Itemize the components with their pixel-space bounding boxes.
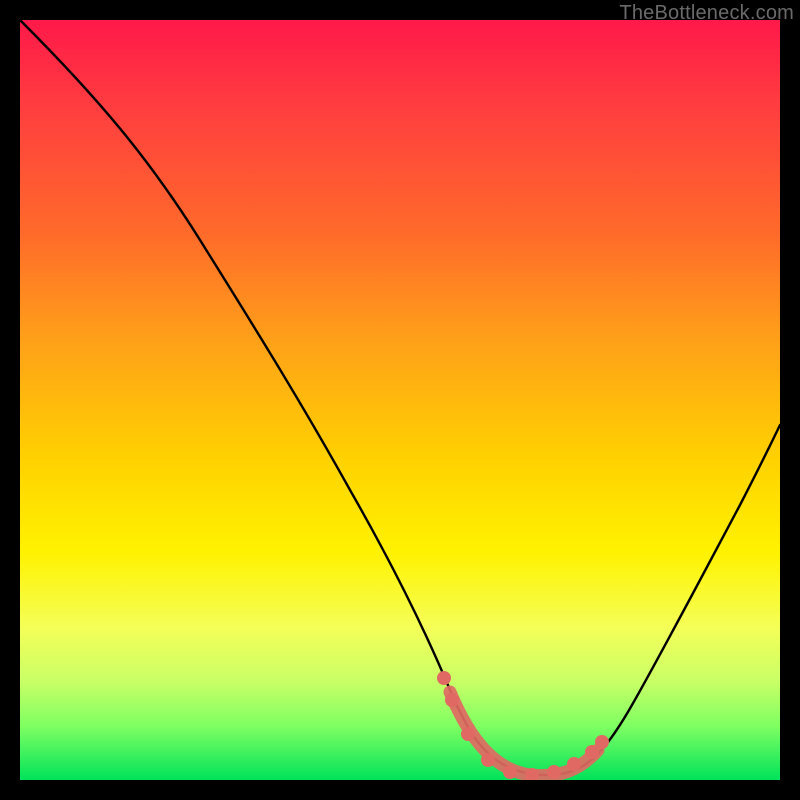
gradient-background: [20, 20, 780, 780]
chart-frame: [20, 20, 780, 780]
watermark-text: TheBottleneck.com: [619, 2, 794, 25]
